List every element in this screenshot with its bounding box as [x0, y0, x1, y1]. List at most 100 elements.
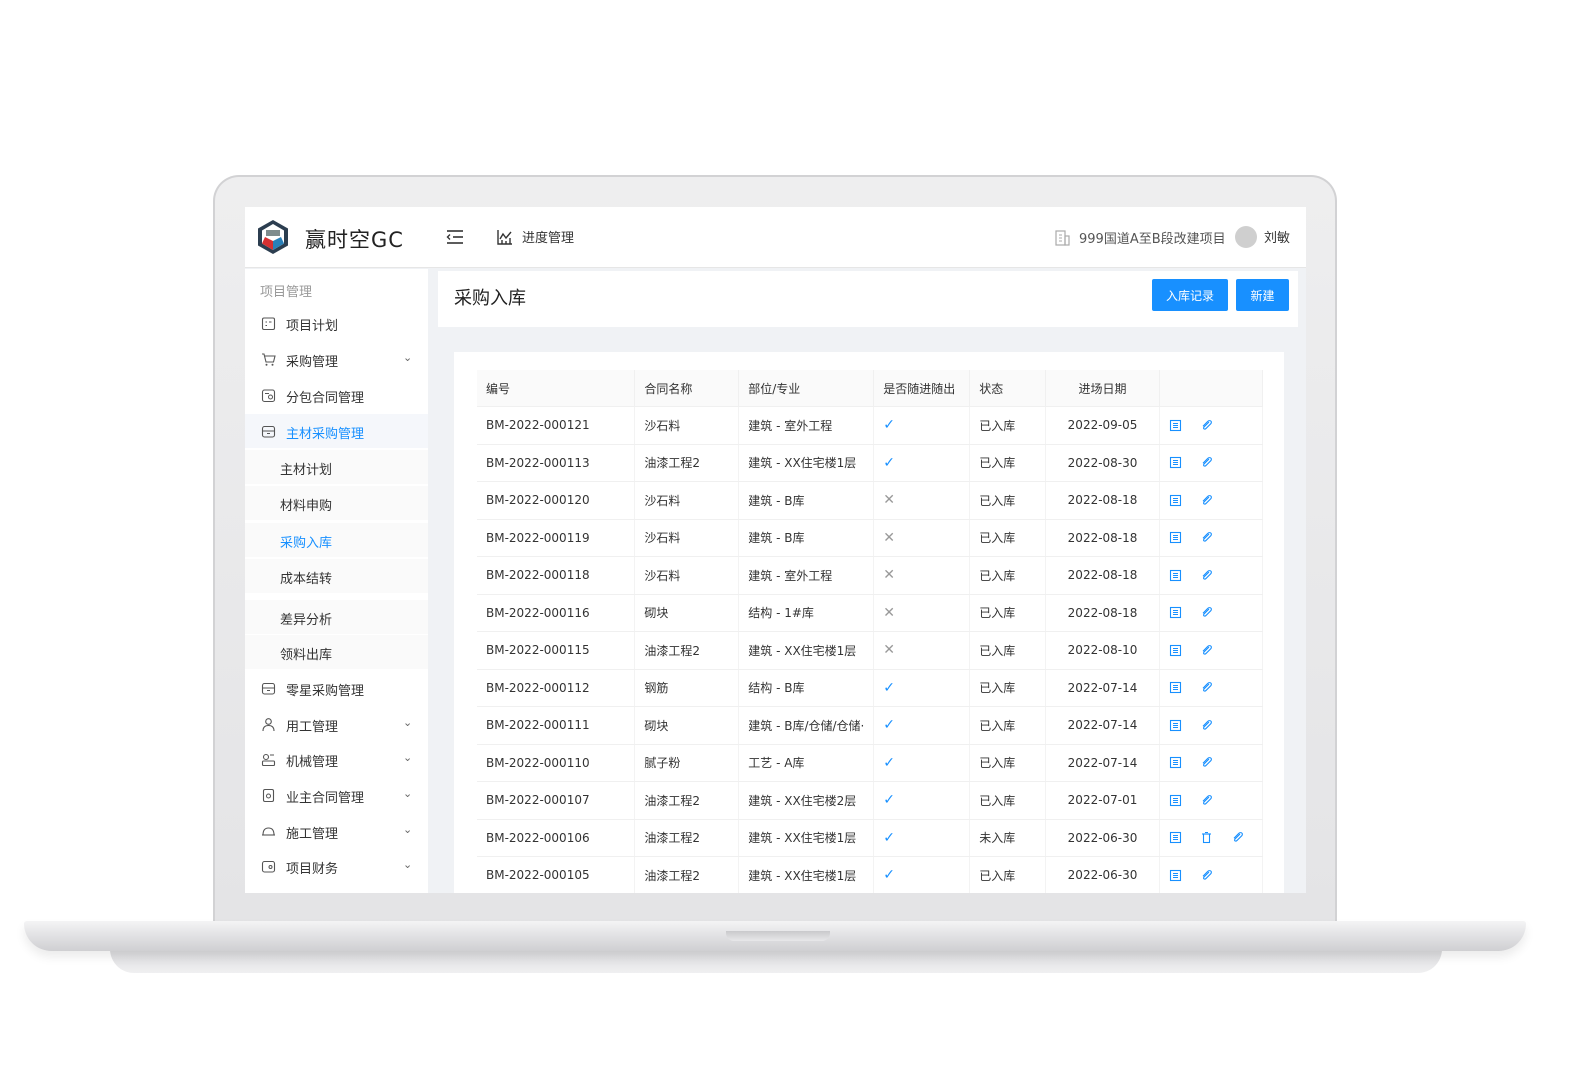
table-row[interactable]: BM-2022-000105 油漆工程2 建筑 - XX住宅楼1层 ✓ 已入库 2022-…	[477, 856, 1264, 893]
nav-progress-label: 进度管理	[522, 231, 575, 246]
attachment-icon[interactable]	[1200, 644, 1213, 657]
view-detail-icon[interactable]	[1169, 831, 1182, 844]
attachment-icon[interactable]	[1200, 456, 1213, 469]
user-name[interactable]: 刘敏	[1264, 227, 1290, 246]
sidebar-item-label: 施工管理	[286, 827, 339, 842]
avatar[interactable]	[1235, 226, 1257, 248]
attachment-icon[interactable]	[1200, 869, 1213, 882]
attachment-icon[interactable]	[1200, 681, 1213, 694]
cell-part: 建筑 - XX住宅楼2层	[738, 781, 875, 820]
sidebar-item-label: 成本结转	[280, 572, 333, 587]
chart-icon	[497, 229, 512, 245]
column-header[interactable]: 状态	[969, 370, 1047, 407]
sidebar-item-subcontract[interactable]: 分包合同管理	[245, 378, 428, 412]
sidebar-item-machinery[interactable]: 机械管理 ⌄	[245, 742, 428, 776]
table-row[interactable]: BM-2022-000106 油漆工程2 建筑 - XX住宅楼1层 ✓ 未入库 2022-…	[477, 819, 1264, 857]
box-icon	[261, 425, 276, 438]
column-header[interactable]: 合同名称	[634, 370, 740, 407]
menu-fold-icon[interactable]	[445, 227, 465, 247]
column-header[interactable]: 编号	[477, 370, 636, 407]
sidebar-item-main-material[interactable]: 主材采购管理	[245, 414, 428, 448]
sidebar-subitem-cost-carryover[interactable]: 成本结转	[245, 559, 428, 593]
sidebar-subitem-material-plan[interactable]: 主材计划	[245, 450, 428, 484]
attachment-icon[interactable]	[1200, 756, 1213, 769]
view-detail-icon[interactable]	[1169, 869, 1182, 882]
sidebar-subitem-material-outbound[interactable]: 领料出库	[245, 635, 428, 669]
delete-icon[interactable]	[1200, 831, 1213, 844]
cell-part: 建筑 - 室外工程	[738, 556, 875, 595]
cell-actions	[1159, 669, 1264, 707]
view-detail-icon[interactable]	[1169, 531, 1182, 544]
sidebar-item-project-plan[interactable]: 项目计划	[245, 306, 428, 340]
view-detail-icon[interactable]	[1169, 419, 1182, 432]
view-detail-icon[interactable]	[1169, 794, 1182, 807]
cell-status: 已入库	[969, 781, 1047, 820]
cell-contract: 油漆工程2	[634, 781, 740, 820]
view-detail-icon[interactable]	[1169, 606, 1182, 619]
sidebar-item-purchase-management[interactable]: 采购管理 ⌄	[245, 342, 428, 376]
inbound-records-button[interactable]: 入库记录	[1152, 279, 1228, 311]
sidebar-item-label: 用工管理	[286, 720, 339, 735]
cell-contract: 沙石料	[634, 556, 740, 595]
table-row[interactable]: BM-2022-000120 沙石料 建筑 - B库 ✕ 已入库 2022-08-18	[477, 481, 1264, 520]
sidebar-subitem-variance-analysis[interactable]: 差异分析	[245, 600, 428, 634]
cell-part: 建筑 - XX住宅楼1层	[738, 631, 875, 670]
table-row[interactable]: BM-2022-000119 沙石料 建筑 - B库 ✕ 已入库 2022-08-18	[477, 519, 1264, 557]
table-row[interactable]: BM-2022-000121 沙石料 建筑 - 室外工程 ✓ 已入库 2022-09-05	[477, 406, 1264, 445]
calendar-icon	[261, 317, 276, 331]
table-row[interactable]: BM-2022-000111 砌块 建筑 - B库/仓储/仓储· ✓ 已入库 2022-0…	[477, 706, 1264, 745]
attachment-icon[interactable]	[1200, 794, 1213, 807]
building-icon	[1055, 229, 1070, 246]
table-row[interactable]: BM-2022-000110 腻子粉 工艺 - A库 ✓ 已入库 2022-07-14	[477, 744, 1264, 782]
attachment-icon[interactable]	[1200, 719, 1213, 732]
nav-progress-management[interactable]: 进度管理	[496, 227, 574, 246]
attachment-icon[interactable]	[1200, 494, 1213, 507]
cell-part: 建筑 - B库/仓储/仓储·	[738, 706, 875, 745]
view-detail-icon[interactable]	[1169, 494, 1182, 507]
view-detail-icon[interactable]	[1169, 756, 1182, 769]
cell-date: 2022-09-05	[1045, 406, 1160, 445]
project-name: 999国道A至B段改建项目	[1079, 232, 1226, 247]
project-switcher[interactable]: 999国道A至B段改建项目	[1053, 228, 1226, 247]
view-detail-icon[interactable]	[1169, 681, 1182, 694]
table-row[interactable]: BM-2022-000113 油漆工程2 建筑 - XX住宅楼1层 ✓ 已入库 2022-…	[477, 444, 1264, 482]
cell-actions	[1159, 856, 1264, 893]
column-header[interactable]: 是否随进随出	[873, 370, 971, 407]
column-header[interactable]: 部位/专业	[738, 370, 875, 407]
view-detail-icon[interactable]	[1169, 719, 1182, 732]
column-header[interactable]: 进场日期	[1045, 370, 1160, 407]
attachment-icon[interactable]	[1200, 531, 1213, 544]
top-bar: 赢时空GC 进度管理 999国道A至B段改建项目 刘敏	[245, 207, 1306, 268]
table-row[interactable]: BM-2022-000118 沙石料 建筑 - 室外工程 ✕ 已入库 2022-08-18	[477, 556, 1264, 595]
attachment-icon[interactable]	[1200, 606, 1213, 619]
sidebar-item-labor[interactable]: 用工管理 ⌄	[245, 707, 428, 741]
sidebar-subitem-material-request[interactable]: 材料申购	[245, 486, 428, 520]
table-row[interactable]: BM-2022-000112 钢筋 结构 - B库 ✓ 已入库 2022-07-14	[477, 669, 1264, 707]
sidebar-item-sporadic-purchase[interactable]: 零星采购管理	[245, 671, 428, 705]
sidebar-item-label: 零星采购管理	[286, 684, 365, 699]
view-detail-icon[interactable]	[1169, 569, 1182, 582]
attachment-icon[interactable]	[1200, 419, 1213, 432]
cell-id: BM-2022-000119	[477, 519, 636, 557]
cell-date: 2022-06-30	[1045, 819, 1160, 857]
table-row[interactable]: BM-2022-000115 油漆工程2 建筑 - XX住宅楼1层 ✕ 已入库 2022-…	[477, 631, 1264, 670]
sidebar-subitem-purchase-inbound[interactable]: 采购入库	[245, 523, 428, 557]
table-row[interactable]: BM-2022-000116 砌块 结构 - 1#库 ✕ 已入库 2022-08-18	[477, 594, 1264, 632]
cell-date: 2022-07-14	[1045, 669, 1160, 707]
sidebar-item-finance[interactable]: 项目财务 ⌄	[245, 849, 428, 883]
sidebar-item-label: 业主合同管理	[286, 791, 365, 806]
view-detail-icon[interactable]	[1169, 644, 1182, 657]
cell-contract: 钢筋	[634, 669, 740, 707]
new-button[interactable]: 新建	[1236, 279, 1289, 311]
cell-id: BM-2022-000113	[477, 444, 636, 482]
sidebar-item-construction[interactable]: 施工管理 ⌄	[245, 814, 428, 848]
laptop-notch	[726, 931, 830, 941]
attachment-icon[interactable]	[1231, 831, 1244, 844]
table-header-row: 编号 合同名称 部位/专业 是否随进随出 状态 进场日期	[477, 370, 1264, 407]
cell-part: 建筑 - B库	[738, 519, 875, 557]
view-detail-icon[interactable]	[1169, 456, 1182, 469]
attachment-icon[interactable]	[1200, 569, 1213, 582]
table-row[interactable]: BM-2022-000107 油漆工程2 建筑 - XX住宅楼2层 ✓ 已入库 2022-…	[477, 781, 1264, 820]
chevron-down-icon: ⌄	[403, 716, 413, 729]
sidebar-item-owner-contract[interactable]: 业主合同管理 ⌄	[245, 778, 428, 812]
